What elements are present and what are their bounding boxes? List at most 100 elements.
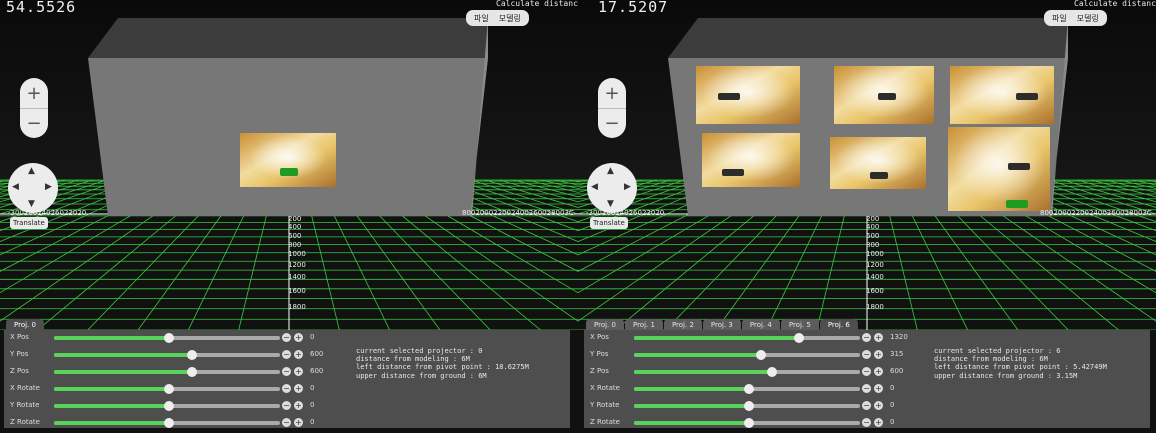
slider-z-pos[interactable] bbox=[634, 367, 860, 377]
increment-button[interactable]: + bbox=[294, 367, 303, 376]
decrement-button[interactable]: − bbox=[862, 418, 871, 427]
control-value: 1320 bbox=[890, 333, 908, 341]
control-label: X Pos bbox=[590, 333, 609, 341]
increment-button[interactable]: + bbox=[874, 350, 883, 359]
slider-handle[interactable] bbox=[164, 418, 175, 428]
decrement-button[interactable]: − bbox=[282, 418, 291, 427]
slider-handle[interactable] bbox=[793, 333, 804, 343]
translate-button[interactable]: Translate bbox=[590, 217, 628, 229]
menu-file[interactable]: 파일 bbox=[1049, 13, 1070, 24]
info-selected-projector: current selected projector : 0 bbox=[356, 347, 483, 355]
translate-button[interactable]: Translate bbox=[10, 217, 48, 229]
decrement-button[interactable]: − bbox=[282, 350, 291, 359]
projector-info: current selected projector : 6 distance f… bbox=[934, 347, 1107, 380]
viewport-right[interactable]: 17.5207 Calculate distance 파일 모델링 + − ▲ … bbox=[578, 0, 1156, 433]
zoom-in-icon[interactable]: + bbox=[20, 78, 48, 108]
y-tick: 200 bbox=[866, 215, 880, 223]
increment-button[interactable]: + bbox=[294, 350, 303, 359]
control-label: Z Rotate bbox=[590, 418, 620, 426]
y-tick: 1000 bbox=[866, 250, 884, 258]
decrement-button[interactable]: − bbox=[862, 384, 871, 393]
decrement-button[interactable]: − bbox=[862, 333, 871, 342]
increment-button[interactable]: + bbox=[294, 384, 303, 393]
slider-handle[interactable] bbox=[766, 367, 777, 377]
slider-y-rotate[interactable] bbox=[634, 401, 860, 411]
increment-button[interactable]: + bbox=[874, 333, 883, 342]
axis-x-right-labels: 800200022002400260028003C bbox=[462, 209, 574, 217]
slider-handle[interactable] bbox=[164, 401, 175, 411]
slider-handle[interactable] bbox=[186, 367, 197, 377]
viewport-left[interactable]: 54.5526 Calculate distance 1 파일 모델링 + − … bbox=[0, 0, 578, 433]
y-tick: 200 bbox=[288, 215, 302, 223]
info-left-distance: left distance from pivot point : 5.42749… bbox=[934, 363, 1107, 372]
slider-handle[interactable] bbox=[744, 418, 755, 428]
zoom-out-icon[interactable]: − bbox=[20, 108, 48, 138]
arrow-right-icon[interactable]: ▶ bbox=[45, 183, 52, 192]
decrement-button[interactable]: − bbox=[862, 367, 871, 376]
increment-button[interactable]: + bbox=[874, 418, 883, 427]
control-value: 0 bbox=[890, 401, 895, 409]
arrow-up-icon[interactable]: ▲ bbox=[607, 167, 614, 176]
control-row-y-rotate: Y Rotate − + 0 bbox=[584, 398, 1150, 415]
slider-x-rotate[interactable] bbox=[634, 384, 860, 394]
direction-pad: ▲ ▼ ◀ ▶ bbox=[8, 163, 58, 213]
slider-x-pos[interactable] bbox=[634, 333, 860, 343]
control-row-x-pos: X Pos − + 1320 bbox=[584, 330, 1150, 347]
calculate-distance-label[interactable]: Calculate distance bbox=[1074, 0, 1156, 8]
control-row-x-rotate: X Rotate − + 0 bbox=[4, 381, 570, 398]
decrement-button[interactable]: − bbox=[862, 350, 871, 359]
slider-handle[interactable] bbox=[164, 333, 175, 343]
decrement-button[interactable]: − bbox=[282, 333, 291, 342]
zoom-in-icon[interactable]: + bbox=[598, 78, 626, 108]
control-label: Y Rotate bbox=[590, 401, 620, 409]
slider-y-pos[interactable] bbox=[54, 350, 280, 360]
control-label: Z Rotate bbox=[10, 418, 40, 426]
menu-modeling[interactable]: 모델링 bbox=[496, 13, 524, 24]
arrow-up-icon[interactable]: ▲ bbox=[28, 167, 35, 176]
decrement-button[interactable]: − bbox=[282, 401, 291, 410]
arrow-right-icon[interactable]: ▶ bbox=[624, 183, 631, 192]
arrow-down-icon[interactable]: ▼ bbox=[28, 200, 35, 209]
slider-handle[interactable] bbox=[755, 350, 766, 360]
increment-button[interactable]: + bbox=[294, 333, 303, 342]
calculate-distance-label[interactable]: Calculate distance 1 bbox=[496, 0, 578, 8]
slider-x-rotate[interactable] bbox=[54, 384, 280, 394]
y-tick: 600 bbox=[866, 232, 880, 240]
decrement-button[interactable]: − bbox=[862, 401, 871, 410]
slider-y-pos[interactable] bbox=[634, 350, 860, 360]
slider-y-rotate[interactable] bbox=[54, 401, 280, 411]
slider-x-pos[interactable] bbox=[54, 333, 280, 343]
arrow-left-icon[interactable]: ◀ bbox=[12, 183, 19, 192]
projector-info: current selected projector : 0 distance f… bbox=[356, 347, 529, 380]
zoom-out-icon[interactable]: − bbox=[598, 108, 626, 138]
decrement-button[interactable]: − bbox=[282, 384, 291, 393]
slider-z-rotate[interactable] bbox=[634, 418, 860, 428]
info-upper-distance: upper distance from ground : 3.15M bbox=[934, 371, 1078, 380]
info-distance-modeling: distance from modeling : 6M bbox=[356, 355, 470, 364]
control-value: 600 bbox=[310, 367, 324, 375]
slider-handle[interactable] bbox=[164, 384, 175, 394]
menu-modeling[interactable]: 모델링 bbox=[1074, 13, 1102, 24]
control-value: 0 bbox=[310, 418, 315, 426]
increment-button[interactable]: + bbox=[874, 384, 883, 393]
arrow-down-icon[interactable]: ▼ bbox=[607, 200, 614, 209]
decrement-button[interactable]: − bbox=[282, 367, 291, 376]
arrow-left-icon[interactable]: ◀ bbox=[591, 183, 598, 192]
slider-handle[interactable] bbox=[744, 401, 755, 411]
projector-controls: X Pos − + 1320 Y Pos − + 315 Z Pos − + 6… bbox=[584, 330, 1150, 428]
slider-z-pos[interactable] bbox=[54, 367, 280, 377]
slider-handle[interactable] bbox=[186, 350, 197, 360]
increment-button[interactable]: + bbox=[874, 401, 883, 410]
y-tick: 1200 bbox=[288, 261, 306, 269]
increment-button[interactable]: + bbox=[294, 401, 303, 410]
y-tick: 1600 bbox=[866, 287, 884, 295]
menu-file[interactable]: 파일 bbox=[471, 13, 492, 24]
y-tick: 1400 bbox=[288, 273, 306, 281]
axis-x-left-labels: -30028024026022020 bbox=[586, 209, 665, 217]
increment-button[interactable]: + bbox=[874, 367, 883, 376]
menu-bar: 파일 모델링 bbox=[466, 10, 529, 26]
control-row-y-rotate: Y Rotate − + 0 bbox=[4, 398, 570, 415]
increment-button[interactable]: + bbox=[294, 418, 303, 427]
slider-z-rotate[interactable] bbox=[54, 418, 280, 428]
slider-handle[interactable] bbox=[744, 384, 755, 394]
